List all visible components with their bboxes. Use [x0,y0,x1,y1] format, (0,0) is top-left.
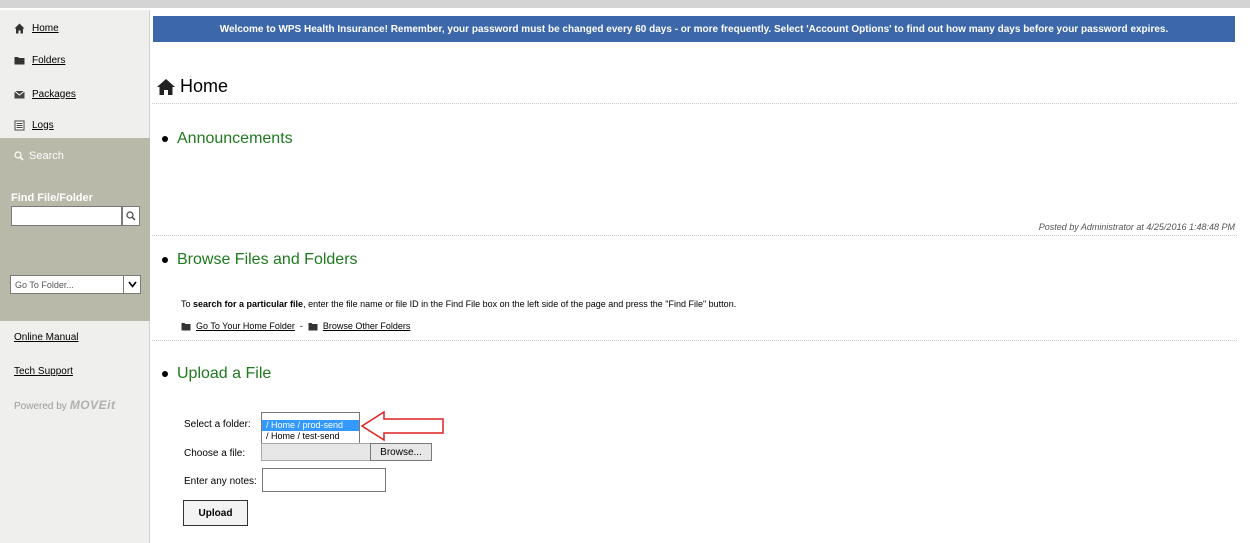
top-rule [0,0,1250,8]
divider [152,103,1237,104]
search-icon [126,211,136,221]
section-title: Announcements [177,130,293,147]
welcome-banner: Welcome to WPS Health Insurance! Remembe… [153,16,1235,42]
upload-button[interactable]: Upload [183,500,248,526]
sidebar-item-home[interactable]: Home [14,20,59,36]
other-folders-link[interactable]: Browse Other Folders [323,321,411,331]
section-title: Browse Files and Folders [177,251,358,268]
upload-heading: Upload a File [162,365,271,383]
home-icon [14,23,25,34]
search-heading: Search [14,150,64,162]
search-icon [14,151,24,161]
folder-icon [14,55,25,66]
search-label: Search [29,150,64,162]
powered-by: Powered by MOVEit [14,398,115,412]
powered-by-label: Powered by [14,401,67,412]
find-file-label: Find File/Folder [11,192,93,204]
bullet-icon [162,371,168,377]
moveit-logo: MOVEit [69,398,116,412]
folder-option-test-send[interactable]: / Home / test-send [262,431,359,442]
browse-instructions: To search for a particular file, enter t… [181,299,736,309]
notes-label: Enter any notes: [184,476,257,487]
search-panel: Search Find File/Folder Go To Folder... [0,138,150,321]
page-title-text: Home [180,76,229,96]
home-folder-link[interactable]: Go To Your Home Folder [196,321,295,331]
sidebar-item-label: Packages [32,88,76,100]
section-title: Upload a File [177,365,272,382]
goto-folder-select[interactable]: Go To Folder... [10,275,141,294]
tech-support-link[interactable]: Tech Support [14,366,73,377]
sidebar-item-label: Folders [32,54,66,66]
link-separator: - [299,321,303,331]
instructions-suffix: , enter the file name or file ID in the … [303,299,737,309]
bullet-icon [162,136,168,142]
folder-icon [181,322,191,331]
online-manual-link[interactable]: Online Manual [14,332,78,343]
folder-icon [308,322,318,331]
red-arrow-annotation [360,410,444,442]
select-folder-label: Select a folder: [184,419,251,430]
browse-links: Go To Your Home Folder - Browse Other Fo… [181,321,410,331]
instructions-prefix: To [181,299,194,309]
chevron-down-icon [123,276,140,293]
sidebar-item-label: Logs [32,119,54,131]
notes-input[interactable] [262,468,386,492]
sidebar-item-label: Home [32,22,59,34]
posted-by-text: Posted by Administrator at 4/25/2016 1:4… [1038,222,1235,232]
goto-folder-value: Go To Folder... [15,279,74,290]
announcements-heading: Announcements [162,130,293,148]
sidebar-item-folders[interactable]: Folders [14,52,65,68]
sidebar-item-packages[interactable]: Packages [14,86,76,102]
find-file-input[interactable] [11,206,122,226]
bullet-icon [162,257,168,263]
divider [152,235,1237,236]
page-title: Home [156,76,228,97]
folder-option-prod-send[interactable]: / Home / prod-send [262,420,359,431]
logs-icon [14,120,25,131]
file-path-field[interactable] [261,443,371,461]
choose-file-label: Choose a file: [184,448,246,459]
browse-button[interactable]: Browse... [370,443,432,461]
instructions-bold: search for a particular file [193,299,304,309]
find-file-button[interactable] [122,206,140,226]
sidebar-item-logs[interactable]: Logs [14,117,54,133]
home-icon [156,78,176,96]
divider [152,340,1237,341]
browse-heading: Browse Files and Folders [162,251,358,269]
package-icon [14,89,25,100]
sidebar: Home Folders Packages Logs Search Find F… [0,10,150,543]
